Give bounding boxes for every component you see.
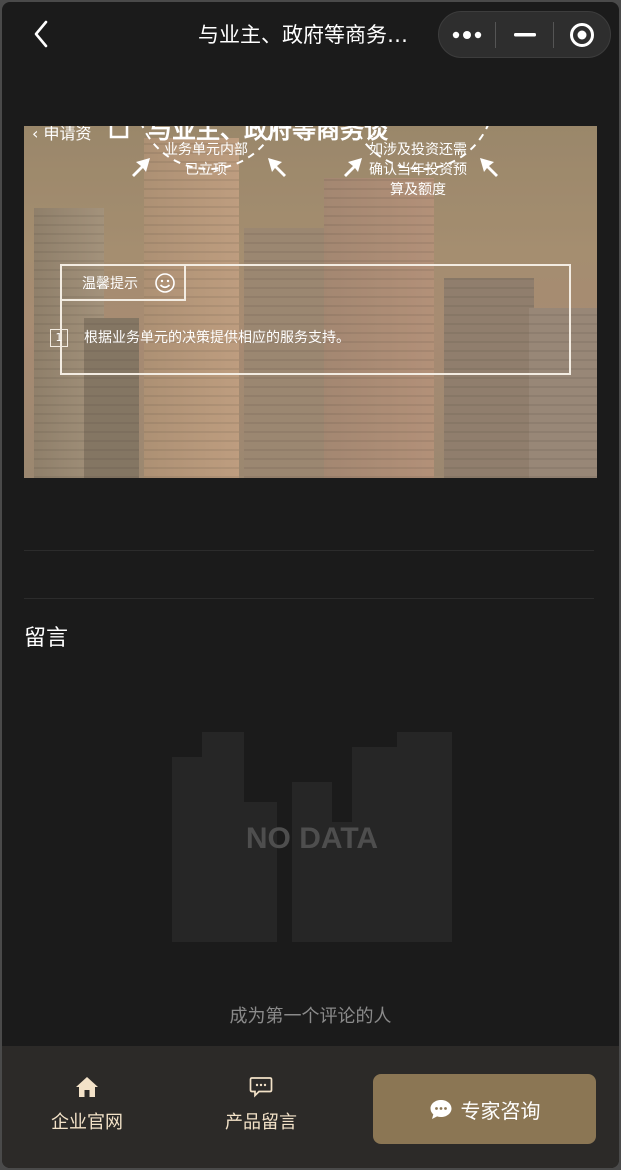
divider <box>24 550 594 551</box>
page-title: 与业主、政府等商务… <box>198 23 408 47</box>
navigation-bar: 与业主、政府等商务… <box>2 2 619 66</box>
tip-box: 温馨提示 <box>60 264 571 375</box>
capsule-menu <box>438 11 611 58</box>
bottom-tab-bar: 企业官网 产品留言 专家咨询 <box>2 1046 619 1168</box>
phone-screen: 与业主、政府等商务… ‹ 申请资 与业主、政府等商务谈 业务单元内部 已立项 如… <box>2 2 619 1168</box>
close-miniprogram-button[interactable] <box>554 12 610 57</box>
minus-icon <box>513 32 536 36</box>
empty-comment-hint: 成为第一个评论的人 <box>229 1006 392 1027</box>
no-data-label: NO DATA <box>245 822 379 855</box>
expert-consult-button[interactable]: 专家咨询 <box>373 1074 596 1144</box>
tip-title: 温馨提示 <box>82 275 138 292</box>
more-button[interactable] <box>439 12 495 57</box>
chevron-left-icon <box>34 20 48 48</box>
smiley-icon <box>155 272 175 293</box>
tab-icon-wrapper <box>27 1074 147 1100</box>
chat-bubble-icon <box>430 1100 451 1119</box>
expert-consult-label: 专家咨询 <box>460 1098 541 1123</box>
comments-section-title: 留言 <box>24 626 69 651</box>
home-icon <box>76 1077 98 1097</box>
circle-left-line: 业务单元内部 <box>164 142 248 158</box>
circle-left-line: 已立项 <box>185 162 227 178</box>
circle-right-line: 算及额度 <box>390 182 446 198</box>
circle-right-line: 确认当年投资预 <box>369 162 467 178</box>
tip-text: 根据业务单元的决策提供相应的服务支持。 <box>84 330 350 346</box>
divider <box>24 598 594 599</box>
tab-label: 产品留言 <box>225 1112 297 1133</box>
tab-icon-wrapper <box>201 1074 321 1100</box>
circle-right-line: 如涉及投资还需 <box>369 142 467 158</box>
circle-right-text: 如涉及投资还需 确认当年投资预 算及额度 <box>353 140 483 200</box>
tab-label: 企业官网 <box>51 1112 123 1133</box>
more-dots-icon <box>452 30 482 39</box>
tip-number-badge: 1 <box>50 329 68 347</box>
banner-back-chevron: ‹ <box>32 126 44 143</box>
back-button[interactable] <box>28 16 56 52</box>
product-banner: ‹ 申请资 与业主、政府等商务谈 业务单元内部 已立项 如涉及投资还需 确认当年… <box>24 126 597 478</box>
message-bubble-icon <box>249 1077 273 1098</box>
tab-company-website[interactable]: 企业官网 <box>27 1074 147 1134</box>
minimize-button[interactable] <box>496 12 552 57</box>
banner-back-label: 申请资 <box>43 126 92 143</box>
no-data-illustration: NO DATA <box>167 727 457 942</box>
tip-header: 温馨提示 <box>60 264 186 301</box>
tab-product-message[interactable]: 产品留言 <box>201 1074 321 1134</box>
circle-left-text: 业务单元内部 已立项 <box>146 140 266 180</box>
target-circle-icon <box>569 22 594 47</box>
banner-back-link: ‹ 申请资 <box>32 126 92 144</box>
